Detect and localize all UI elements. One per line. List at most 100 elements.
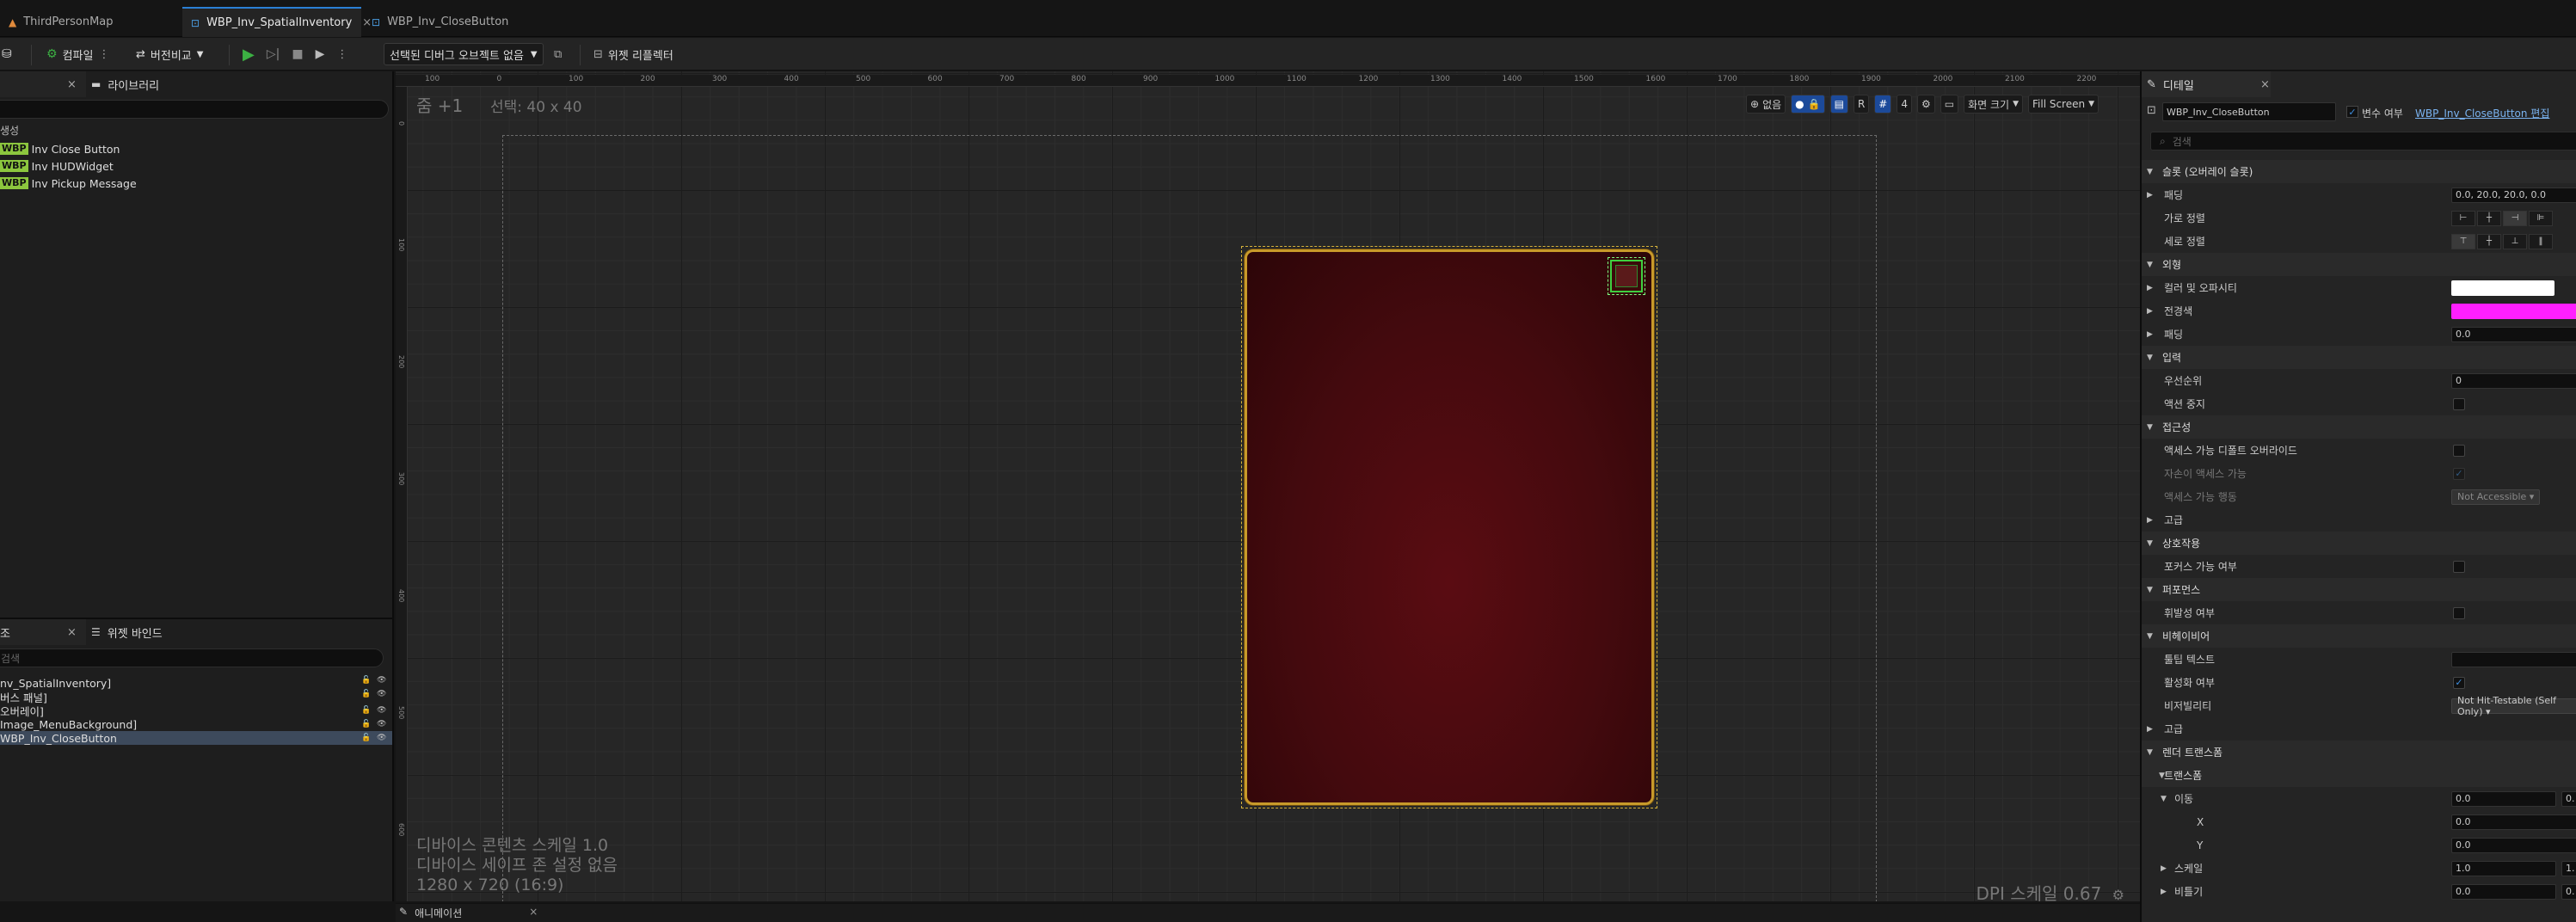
property-value-input[interactable]: 0 (2451, 372, 2576, 389)
eye-icon[interactable]: 👁 (377, 676, 386, 685)
property-checkbox[interactable] (2453, 444, 2465, 457)
property-checkbox[interactable]: ✓ (2453, 676, 2465, 689)
tab-spatial-inventory[interactable]: ⊡ WBP_Inv_SpatialInventory × (182, 7, 372, 37)
tab-bind-widgets[interactable]: ☰ 위젯 바인드 (91, 619, 212, 645)
property-row[interactable]: ▼ 퍼포먼스 (2142, 578, 2576, 601)
property-row[interactable]: 액세스 가능 디폴트 오버라이드 (2142, 439, 2576, 462)
step-icon[interactable]: ▷| (267, 47, 280, 61)
property-value-input[interactable]: 0.0 (2451, 883, 2556, 900)
expand-arrow-icon[interactable]: ▶ (2147, 284, 2153, 292)
alignment-option-icon[interactable]: ⊤ (2451, 233, 2475, 249)
expand-arrow-icon[interactable]: ▼ (2161, 795, 2167, 803)
expand-arrow-icon[interactable]: ▶ (2147, 307, 2153, 316)
property-row[interactable]: 가로 정렬 ⊢ ┼ ⊣ ⊫ (2142, 206, 2576, 230)
property-row[interactable]: ▶ 스케일 1.0 1. (2142, 857, 2576, 880)
property-row[interactable]: 활성화 여부 ✓ (2142, 671, 2576, 694)
expand-arrow-icon[interactable]: ▶ (2161, 888, 2167, 896)
alignment-buttons[interactable]: ⊢ ┼ ⊣ ⊫ (2451, 210, 2553, 226)
property-row[interactable]: ▼ 비헤이비어 (2142, 624, 2576, 648)
save-icon[interactable]: ⛁ (2, 45, 12, 64)
tab-hierarchy[interactable]: 조 × (0, 619, 86, 645)
hierarchy-search-input[interactable]: 검색 (0, 648, 384, 667)
property-row[interactable]: ▼ 트랜스폼 (2142, 764, 2576, 787)
property-row[interactable]: ▶ 고급 (2142, 508, 2576, 532)
alignment-option-icon[interactable]: ⊣ (2503, 210, 2527, 226)
color-swatch[interactable] (2451, 280, 2554, 296)
image-toggle[interactable]: ▭ (1940, 95, 1959, 114)
property-row[interactable]: ▶ 패딩 0.0 (2142, 323, 2576, 346)
property-row[interactable]: ▶ 고급 (2142, 717, 2576, 741)
palette-item[interactable]: WBP Inv Close Button (0, 140, 120, 157)
property-row[interactable]: 툴팁 텍스트 (2142, 648, 2576, 671)
widget-name-input[interactable]: WBP_Inv_CloseButton (2162, 102, 2336, 121)
more-options-icon[interactable]: ⋮ (336, 48, 347, 61)
hierarchy-row-selected[interactable]: WBP_Inv_CloseButton 🔓 👁 (0, 731, 392, 745)
expand-arrow-icon[interactable]: ▼ (2147, 423, 2153, 432)
property-value-input[interactable]: 1. (2561, 860, 2576, 876)
expand-arrow-icon[interactable]: ▼ (2147, 632, 2153, 641)
property-row[interactable]: 우선순위 0 (2142, 369, 2576, 392)
property-row[interactable]: ▼ 상호작용 (2142, 532, 2576, 555)
play-icon[interactable]: ▶ (243, 46, 255, 64)
background-toggle[interactable]: ⊕ 없음 (1746, 95, 1786, 114)
expand-arrow-icon[interactable]: ▶ (2147, 330, 2153, 339)
property-dropdown[interactable]: Not Accessible ▾ (2451, 489, 2541, 505)
widget-reflector-button[interactable]: ⊟ 위젯 리플렉터 (593, 45, 673, 64)
screen-size-select[interactable]: 화면 크기 ▼ (1964, 95, 2023, 114)
layout-toggle[interactable]: ▤ (1829, 95, 1848, 114)
lock-icon[interactable]: 🔓 (361, 720, 371, 728)
eye-icon[interactable]: 👁 (377, 734, 386, 742)
compile-button[interactable]: ⚙ 컴파일 ⋮ (46, 45, 109, 64)
property-row[interactable]: 액세스 가능 행동 Not Accessible ▾ (2142, 485, 2576, 508)
stop-icon[interactable]: ■ (292, 47, 303, 61)
property-value-input[interactable]: 0.0 (2451, 837, 2576, 853)
property-row[interactable]: 비저빌리티 Not Hit-Testable (Self Only) ▾ (2142, 694, 2576, 717)
menu-background-image[interactable] (1245, 249, 1654, 805)
expand-arrow-icon[interactable]: ▶ (2147, 191, 2153, 200)
color-swatch[interactable] (2451, 303, 2576, 319)
alignment-option-icon[interactable]: ┼ (2477, 210, 2501, 226)
property-value-input[interactable]: 0.0 (2451, 790, 2556, 807)
expand-arrow-icon[interactable]: ▶ (2147, 516, 2153, 525)
edit-widget-link[interactable]: WBP_Inv_CloseButton 편집 (2415, 106, 2549, 120)
alignment-option-icon[interactable]: ⊫ (2529, 210, 2553, 226)
hierarchy-row[interactable]: 오버레이] 🔓 👁 (0, 704, 392, 718)
property-value-input[interactable]: 0. (2561, 790, 2576, 807)
close-icon[interactable]: × (529, 906, 538, 920)
palette-section-header[interactable]: 생성 (0, 121, 19, 138)
property-row[interactable]: 자손이 액세스 가능 ✓ (2142, 462, 2576, 485)
property-row[interactable]: Y 0.0 (2142, 833, 2576, 857)
lock-icon[interactable]: 🔓 (361, 734, 371, 742)
is-variable-checkbox[interactable]: ✓ (2346, 106, 2358, 118)
property-checkbox[interactable]: ✓ (2453, 467, 2465, 480)
expand-arrow-icon[interactable]: ▼ (2147, 586, 2153, 594)
property-dropdown[interactable]: Not Hit-Testable (Self Only) ▾ (2451, 695, 2576, 717)
debug-browse-icon[interactable]: ⧉ (554, 45, 562, 64)
tab-thirdpersonmap[interactable]: ▲ ThirdPersonMap (0, 7, 181, 37)
eye-icon[interactable]: 👁 (377, 690, 386, 698)
property-row[interactable]: ▼ 슬롯 (오버레이 슬롯) (2142, 160, 2576, 183)
grid-snap-toggle[interactable]: # (1874, 95, 1892, 114)
property-row[interactable]: 액션 중지 (2142, 392, 2576, 415)
respect-locks-toggle[interactable]: R (1853, 95, 1870, 114)
eye-icon[interactable]: 👁 (377, 706, 386, 715)
expand-arrow-icon[interactable]: ▼ (2147, 261, 2153, 269)
property-row[interactable]: ▼ 외형 (2142, 253, 2576, 276)
expand-arrow-icon[interactable]: ▼ (2147, 168, 2153, 176)
tab-close-button[interactable]: ⊡ WBP_Inv_CloseButton (363, 7, 535, 37)
hierarchy-row[interactable]: Image_MenuBackground] 🔓 👁 (0, 717, 392, 731)
palette-search-input[interactable] (0, 100, 389, 119)
designer-canvas[interactable]: 100 0 100 200 300 400 500 600 700 800 900 1000 1100 1… (396, 71, 2140, 901)
property-value-input[interactable]: 0.0 (2451, 814, 2576, 830)
property-value-input[interactable]: 0.0 (2451, 326, 2576, 342)
debug-object-select[interactable]: 선택된 디버그 오브젝트 없음 ▼ (384, 43, 544, 65)
tab-library[interactable]: ▬ 라이브러리 (91, 71, 212, 97)
lock-icon[interactable]: 🔓 (361, 706, 371, 715)
property-row[interactable]: ▼ 이동 0.0 0. (2142, 787, 2576, 810)
settings-toggle[interactable]: ⚙ (1916, 95, 1935, 114)
alignment-option-icon[interactable]: ⊥ (2503, 233, 2527, 249)
play-options-icon[interactable]: ▶ (316, 47, 325, 61)
lock-toggle[interactable]: ● 🔒 (1791, 95, 1825, 114)
property-row[interactable]: 포커스 가능 여부 (2142, 555, 2576, 578)
settings-icon[interactable]: ⚙ (2112, 887, 2124, 901)
